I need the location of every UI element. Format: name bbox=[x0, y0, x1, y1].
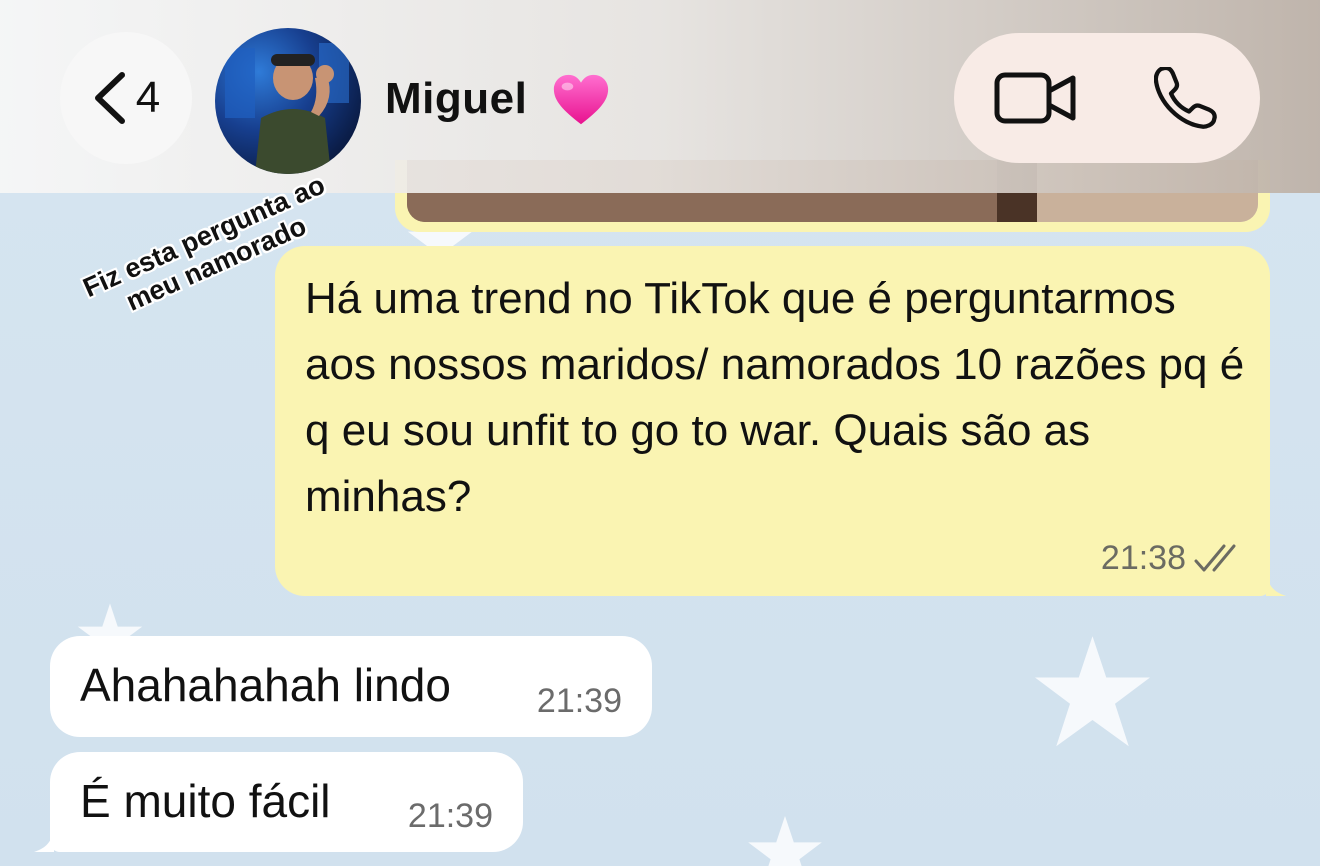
message-time: 21:39 bbox=[536, 682, 622, 720]
message-text: É muito fácil bbox=[80, 775, 331, 827]
call-actions bbox=[954, 33, 1260, 163]
phone-icon[interactable] bbox=[1154, 67, 1220, 133]
incoming-message-bubble[interactable]: Ahahahahah lindo 21:39 bbox=[50, 636, 652, 737]
message-time: 21:39 bbox=[407, 797, 493, 835]
chevron-left-icon bbox=[94, 72, 125, 124]
message-text: Há uma trend no TikTok que é perguntarmo… bbox=[305, 274, 1245, 521]
bubble-tail bbox=[1266, 572, 1286, 596]
read-receipt-icon bbox=[1194, 544, 1236, 571]
message-time: 21:38 bbox=[1100, 539, 1186, 577]
avatar[interactable] bbox=[215, 28, 361, 174]
outgoing-message-bubble[interactable]: Há uma trend no TikTok que é perguntarmo… bbox=[275, 246, 1286, 596]
star-decoration bbox=[1035, 636, 1150, 747]
star-decoration bbox=[748, 816, 822, 866]
unread-count: 4 bbox=[135, 73, 161, 122]
incoming-message-bubble[interactable]: É muito fácil 21:39 bbox=[34, 752, 523, 852]
chat-header: 4 Miguel bbox=[0, 0, 1320, 193]
heart-icon bbox=[553, 74, 609, 125]
message-text: Ahahahahah lindo bbox=[80, 659, 451, 711]
video-call-icon[interactable] bbox=[994, 71, 1078, 125]
bubble-tail bbox=[34, 828, 54, 852]
contact-name[interactable]: Miguel bbox=[385, 74, 527, 124]
message-meta: 21:38 bbox=[1101, 539, 1242, 578]
back-button[interactable]: 4 bbox=[60, 32, 192, 164]
